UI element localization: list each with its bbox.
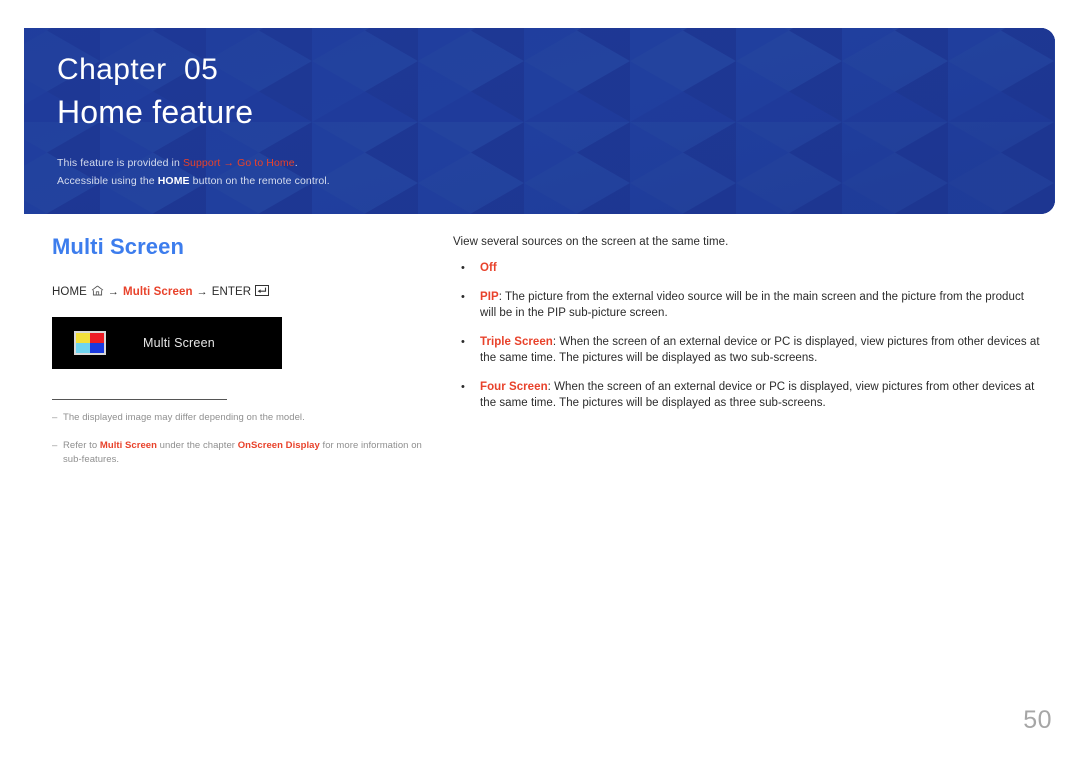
bullet-dot: • [461, 262, 465, 274]
note2-prefix: Accessible using the [57, 175, 158, 187]
multi-screen-menu-preview[interactable]: Multi Screen [52, 317, 282, 369]
page-content: Multi Screen HOME → Multi Screen → ENTER [0, 214, 1080, 763]
list-item: • Four Screen: When the screen of an ext… [453, 379, 1043, 412]
footnote-text: Refer to Multi Screen under the chapter … [63, 439, 432, 467]
footnote-1: – The displayed image may differ dependi… [52, 411, 432, 425]
footnote-part: Refer to [63, 440, 100, 451]
option-description: : When the screen of an external device … [480, 380, 1035, 410]
footnote-part: under the chapter [156, 440, 238, 451]
footnote-link-multi-screen[interactable]: Multi Screen [100, 440, 157, 451]
path-enter-label: ENTER [211, 286, 252, 298]
note-prefix: This feature is provided in [57, 157, 183, 169]
footnote-link-onscreen-display[interactable]: OnScreen Display [238, 440, 320, 451]
left-column: Multi Screen HOME → Multi Screen → ENTER [52, 232, 432, 467]
chapter-banner: Chapter 05 Home feature This feature is … [24, 28, 1055, 214]
chapter-label: Chapter 05 [57, 53, 219, 86]
bullet-text: Triple Screen: When the screen of an ext… [480, 334, 1043, 367]
note-link-go-to-home[interactable]: Go to Home [237, 157, 295, 169]
quad-bottom-left [76, 343, 90, 353]
option-name-off: Off [480, 262, 497, 274]
page-number: 50 [1023, 706, 1052, 734]
section-title: Multi Screen [52, 234, 185, 259]
footnote-dash: – [52, 412, 58, 423]
manual-page: Chapter 05 Home feature This feature is … [0, 0, 1080, 763]
list-item: • Triple Screen: When the screen of an e… [453, 334, 1043, 367]
right-column: View several sources on the screen at th… [453, 234, 1043, 424]
list-item: • PIP: The picture from the external vid… [453, 289, 1043, 322]
footnote-part: The displayed image may differ depending… [63, 412, 305, 423]
option-name-four-screen: Four Screen [480, 380, 548, 393]
option-name-triple-screen: Triple Screen [480, 335, 553, 348]
chapter-title: Home feature [57, 94, 254, 130]
footnote-divider [52, 399, 227, 400]
note-arrow: → [220, 157, 238, 169]
quad-top-left [76, 333, 90, 343]
note-suffix: . [294, 157, 298, 169]
menu-path: HOME → Multi Screen → ENTER [52, 285, 432, 299]
footnote-text: The displayed image may differ depending… [63, 411, 432, 425]
banner-note-accessible: Accessible using the HOME button on the … [57, 172, 1055, 190]
menu-item-label: Multi Screen [143, 336, 215, 350]
note2-suffix: button on the remote control. [189, 175, 330, 187]
multi-screen-quad-icon [74, 331, 106, 355]
intro-text: View several sources on the screen at th… [453, 236, 729, 248]
bullet-dot: • [461, 290, 465, 303]
bullet-text: Off [480, 260, 1043, 277]
list-item: • Off [453, 260, 1043, 277]
option-description: : When the screen of an external device … [480, 335, 1040, 365]
option-list: • Off • PIP: The picture from the extern… [453, 260, 1043, 412]
quad-top-right [90, 333, 104, 343]
home-icon [91, 285, 104, 299]
banner-note-provided: This feature is provided in Support → Go… [57, 154, 1055, 172]
note2-home-key: HOME [157, 175, 190, 187]
path-target-label[interactable]: Multi Screen [123, 286, 193, 298]
bullet-dot: • [461, 335, 465, 348]
note-link-support[interactable]: Support [183, 157, 220, 169]
banner-content: Chapter 05 Home feature This feature is … [24, 28, 1055, 190]
footnote-dash: – [52, 440, 58, 451]
bullet-text: PIP: The picture from the external video… [480, 289, 1043, 322]
path-arrow-1: → [107, 286, 120, 298]
banner-notes: This feature is provided in Support → Go… [57, 154, 1055, 190]
bullet-dot: • [461, 380, 465, 393]
footnote-2: – Refer to Multi Screen under the chapte… [52, 439, 432, 467]
option-description: : The picture from the external video so… [480, 290, 1024, 320]
path-arrow-2: → [196, 286, 208, 298]
option-name-pip: PIP [480, 290, 499, 303]
enter-key-icon [255, 285, 270, 299]
bullet-text: Four Screen: When the screen of an exter… [480, 379, 1043, 412]
path-home-label: HOME [52, 286, 87, 298]
quad-bottom-right [90, 343, 104, 353]
